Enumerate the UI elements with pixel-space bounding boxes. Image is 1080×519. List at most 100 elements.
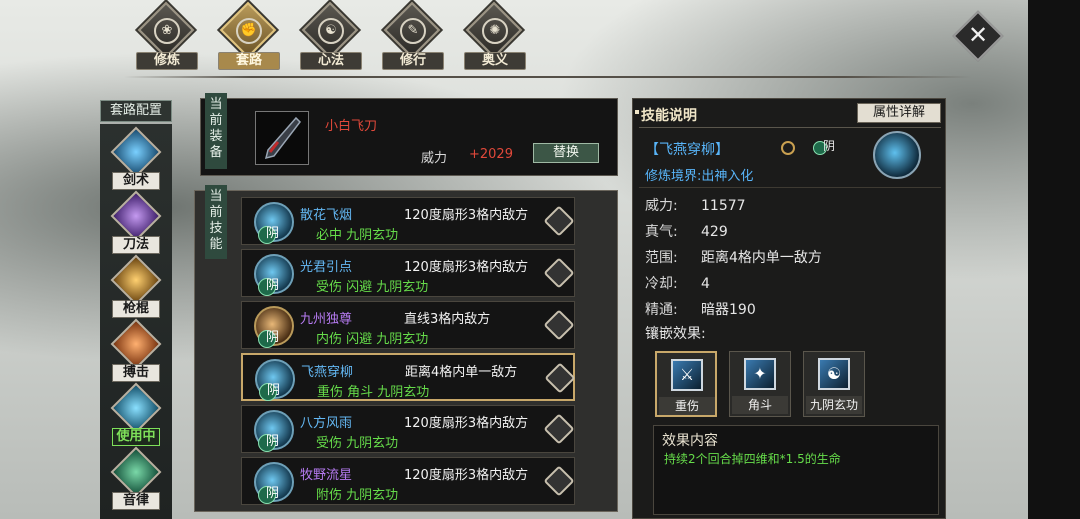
effect-text: 持续2个回合掉四维和*1.5的生命	[664, 452, 841, 466]
skill-row-selected[interactable]: 阴 飞燕穿柳 距离4格内单一敌方 重伤 角斗 九阴玄功	[241, 353, 576, 401]
skill-name: 飞燕穿柳	[301, 365, 354, 380]
tab-label: 心法	[300, 52, 362, 70]
tab-label: 奥义	[464, 52, 526, 70]
tab-mystery[interactable]: ✺ 奥义	[458, 1, 532, 70]
swap-skill-icon[interactable]	[543, 309, 575, 341]
swap-skill-icon[interactable]	[543, 413, 575, 445]
cultivation-realm: 修炼境界:出神入化	[645, 169, 754, 184]
skill-row[interactable]: 阴 八方风雨 120度扇形3格内敌方 受伤 九阴玄功	[241, 405, 575, 453]
fist-icon	[110, 318, 162, 370]
power-value: +2029	[469, 147, 513, 162]
set-item-label: 剑术	[112, 172, 160, 190]
attribute-details-button[interactable]: 属性详解	[857, 103, 941, 123]
skill-name: 八方风雨	[300, 416, 353, 431]
stat-cooldown: 冷却: 4	[645, 273, 710, 293]
music-icon	[110, 446, 162, 498]
stat-value: 暗器190	[701, 302, 756, 318]
tab-label: 修行	[382, 52, 444, 70]
skill-row[interactable]: 阴 光君引点 120度扇形3格内敌方 受伤 闪避 九阴玄功	[241, 249, 575, 297]
stat-key: 冷却:	[645, 276, 678, 292]
set-item-label: 搏击	[112, 364, 160, 382]
skill-yin-mark: 阴	[267, 383, 281, 398]
skill-row[interactable]: 阴 散花飞烟 120度扇形3格内敌方 必中 九阴玄功	[241, 197, 575, 245]
stat-key: 精通:	[645, 302, 678, 318]
skill-row[interactable]: 阴 牧野流星 120度扇形3格内敌方 附伤 九阴玄功	[241, 457, 575, 505]
yinyang-icon: ☯	[318, 18, 344, 44]
skill-range: 120度扇形3格内敌方	[404, 468, 529, 483]
set-item-in-use[interactable]: 使用中	[106, 382, 166, 450]
inlay-heavy-wound[interactable]: ⚔ 重伤	[655, 351, 717, 417]
power-label: 威力	[421, 151, 448, 166]
stat-key: 真气:	[645, 224, 678, 240]
stat-key: 威力:	[645, 198, 678, 214]
skill-name: 散花飞烟	[300, 208, 353, 223]
skill-yin-mark: 阴	[266, 486, 280, 501]
book-icon: ☯	[818, 358, 850, 390]
tab-mind-method[interactable]: ☯ 心法	[294, 1, 368, 70]
compass-icon	[781, 141, 795, 155]
skill-yin-mark: 阴	[266, 330, 280, 345]
set-item-label: 使用中	[112, 428, 160, 446]
dart-skill-icon	[873, 131, 921, 179]
skill-effects: 重伤 角斗 九阴玄功	[317, 385, 430, 400]
current-skills-panel: 当前技能 阴 散花飞烟 120度扇形3格内敌方 必中 九阴玄功 阴 光君引点 1…	[194, 185, 618, 512]
stat-qi: 真气: 429	[645, 221, 728, 241]
skill-yin-mark: 阴	[823, 139, 836, 153]
tab-label: 修炼	[136, 52, 198, 70]
flying-knife-icon[interactable]	[255, 111, 309, 165]
swap-skill-icon[interactable]	[543, 205, 575, 237]
blade-icon	[110, 190, 162, 242]
skill-yin-mark: 阴	[266, 226, 280, 241]
lotus-icon: ❀	[154, 18, 180, 44]
screen-edge	[1028, 0, 1080, 519]
skill-title: 【飞燕穿柳】	[645, 142, 729, 158]
skill-range: 距离4格内单一敌方	[405, 365, 518, 380]
swap-skill-icon[interactable]	[544, 362, 576, 394]
swap-button[interactable]: 替换	[533, 143, 599, 163]
stat-value: 429	[701, 224, 728, 240]
skill-effects: 必中 九阴玄功	[316, 228, 399, 243]
flame-icon: ✺	[482, 18, 508, 44]
stat-power: 威力: 11577	[645, 195, 746, 215]
inlay-duel[interactable]: ✦ 角斗	[729, 351, 791, 417]
header-bullet	[635, 110, 639, 114]
set-config-title: 套路配置	[100, 100, 172, 122]
skill-effects: 受伤 闪避 九阴玄功	[316, 280, 429, 295]
set-item-blade[interactable]: 刀法	[106, 190, 166, 258]
skill-range: 120度扇形3格内敌方	[404, 260, 529, 275]
set-item-spear[interactable]: 枪棍	[106, 254, 166, 322]
set-item-music[interactable]: 音律	[106, 446, 166, 514]
skill-range: 120度扇形3格内敌方	[404, 208, 529, 223]
skill-effects: 受伤 九阴玄功	[316, 436, 399, 451]
skill-yin-mark: 阴	[266, 434, 280, 449]
divider	[639, 187, 941, 188]
skill-effects: 内伤 闪避 九阴玄功	[316, 332, 429, 347]
skill-effects: 附伤 九阴玄功	[316, 488, 399, 503]
swap-skill-icon[interactable]	[543, 257, 575, 289]
skill-range: 直线3格内敌方	[404, 312, 491, 327]
tab-routine[interactable]: ✊ 套路	[212, 1, 286, 70]
detail-header: 技能说明	[641, 108, 697, 124]
inlay-name: 重伤	[659, 397, 715, 415]
inlay-nine-yin[interactable]: ☯ 九阴玄功	[803, 351, 865, 417]
inlay-name: 九阴玄功	[806, 396, 862, 414]
effect-title: 效果内容	[662, 433, 718, 449]
skill-detail-panel: 技能说明 属性详解 【飞燕穿柳】 阴 修炼境界:出神入化 威力: 11577 真气…	[632, 98, 946, 519]
set-item-sword[interactable]: 剑术	[106, 126, 166, 194]
tab-cultivate[interactable]: ❀ 修炼	[130, 1, 204, 70]
fist-icon: ✊	[236, 18, 262, 44]
set-item-label: 枪棍	[112, 300, 160, 318]
header-divider	[639, 127, 941, 128]
skill-name: 光君引点	[300, 260, 353, 275]
close-icon[interactable]: ✕	[967, 20, 989, 50]
inlay-label: 镶嵌效果:	[645, 326, 706, 342]
set-item-fist[interactable]: 搏击	[106, 318, 166, 386]
swap-skill-icon[interactable]	[543, 465, 575, 497]
set-item-label: 音律	[112, 492, 160, 510]
spear-icon	[110, 254, 162, 306]
skill-row[interactable]: 阴 九州独尊 直线3格内敌方 内伤 闪避 九阴玄功	[241, 301, 575, 349]
inlay-name: 角斗	[732, 396, 788, 414]
set-config-list: 剑术 刀法 枪棍 搏击 使用中 音律	[100, 124, 172, 519]
stat-value: 11577	[701, 198, 746, 214]
tab-practice[interactable]: ✎ 修行	[376, 1, 450, 70]
